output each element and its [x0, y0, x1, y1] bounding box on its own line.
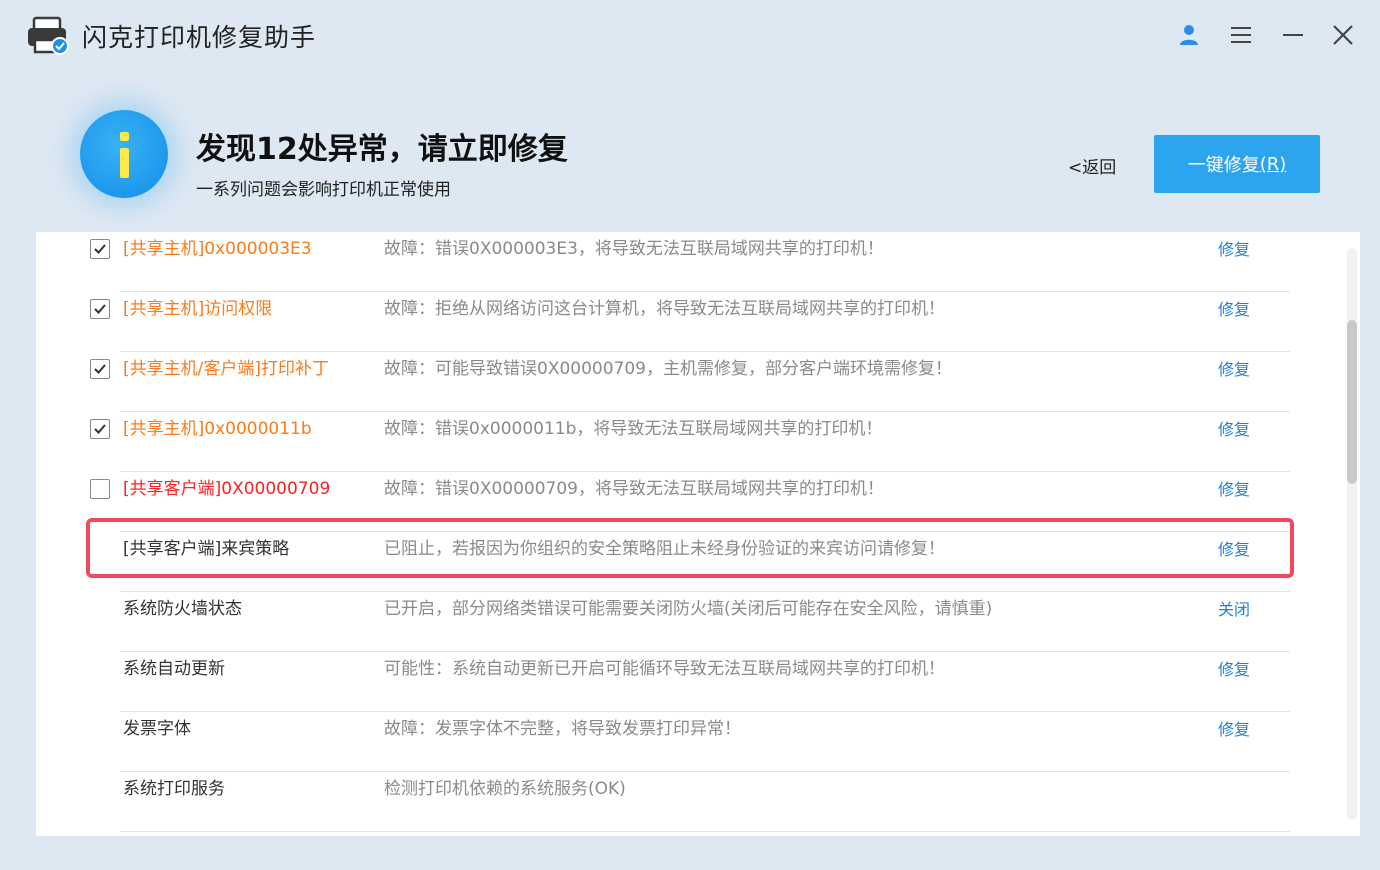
fix-all-button[interactable]: 一键修复 (R)	[1154, 135, 1320, 193]
item-action-link[interactable]: 修复	[1218, 356, 1250, 380]
item-name: [共享客户端]来宾策略	[123, 539, 290, 559]
item-action-link[interactable]: 修复	[1218, 536, 1250, 560]
item-action-link[interactable]: 修复	[1218, 716, 1250, 740]
row-divider	[120, 831, 1290, 832]
list-item: 系统自动更新 可能性：系统自动更新已开启可能循环导致无法互联局域网共享的打印机！ 修…	[36, 652, 1290, 712]
item-checkbox[interactable]	[90, 239, 110, 259]
item-action-link[interactable]: 修复	[1218, 416, 1250, 440]
item-checkbox[interactable]	[90, 299, 110, 319]
item-description: 已阻止，若报因为你组织的安全策略阻止未经身份验证的来宾访问请修复！	[384, 539, 945, 559]
item-name: 发票字体	[123, 719, 191, 739]
info-icon	[80, 110, 168, 198]
list-item: [共享客户端]0X00000709 故障：错误0X00000709，将导致无法互联…	[36, 472, 1290, 532]
fix-all-label: 一键修复	[1187, 155, 1260, 176]
item-checkbox[interactable]	[90, 359, 110, 379]
fix-all-shortcut: (R)	[1259, 153, 1287, 175]
item-action-link[interactable]: 关闭	[1218, 596, 1250, 620]
item-checkbox[interactable]	[90, 419, 110, 439]
item-description: 故障：错误0X000003E3，将导致无法互联局域网共享的打印机！	[384, 239, 884, 259]
back-link[interactable]: <返回	[1068, 153, 1116, 178]
list-item: 发票字体 故障：发票字体不完整，将导致发票打印异常！ 修复	[36, 712, 1290, 772]
minimize-icon[interactable]	[1276, 18, 1310, 52]
item-description: 故障：发票字体不完整，将导致发票打印异常！	[384, 719, 741, 739]
item-description: 故障：错误0x0000011b，将导致无法互联局域网共享的打印机！	[384, 419, 883, 439]
menu-icon[interactable]	[1224, 18, 1258, 52]
item-name: [共享主机]0x0000011b	[123, 419, 312, 439]
item-checkbox[interactable]	[90, 479, 110, 499]
printer-app-icon	[26, 16, 70, 56]
user-icon[interactable]	[1172, 18, 1206, 52]
item-description: 检测打印机依赖的系统服务(OK)	[384, 779, 626, 799]
item-description: 故障：错误0X00000709，将导致无法互联局域网共享的打印机！	[384, 479, 884, 499]
page-subtitle: 一系列问题会影响打印机正常使用	[196, 180, 451, 200]
item-action-link[interactable]: 修复	[1218, 296, 1250, 320]
app-title: 闪克打印机修复助手	[82, 23, 317, 52]
close-icon[interactable]	[1326, 18, 1360, 52]
scrollbar-thumb[interactable]	[1347, 320, 1357, 484]
item-action-link[interactable]: 修复	[1218, 656, 1250, 680]
list-item: 系统防火墙状态 已开启，部分网络类错误可能需要关闭防火墙(关闭后可能存在安全风险，…	[36, 592, 1290, 652]
list-item: [共享主机]访问权限 故障：拒绝从网络访问这台计算机，将导致无法互联局域网共享的打…	[36, 292, 1290, 352]
item-action-link[interactable]: 修复	[1218, 476, 1250, 500]
list-item: [共享主机]0x0000011b 故障：错误0x0000011b，将导致无法互联局…	[36, 412, 1290, 472]
item-name: [共享主机/客户端]打印补丁	[123, 359, 329, 379]
item-name: [共享客户端]0X00000709	[123, 479, 331, 499]
item-description: 已开启，部分网络类错误可能需要关闭防火墙(关闭后可能存在安全风险，请慎重)	[384, 599, 993, 619]
page-title: 发现12处异常，请立即修复	[196, 132, 568, 167]
item-description: 可能性：系统自动更新已开启可能循环导致无法互联局域网共享的打印机！	[384, 659, 945, 679]
item-name: 系统自动更新	[123, 659, 225, 679]
list-item: [共享主机/客户端]打印补丁 故障：可能导致错误0X00000709，主机需修复，…	[36, 352, 1290, 412]
title-bar: 闪克打印机修复助手	[0, 0, 1380, 72]
item-action-link[interactable]: 修复	[1218, 236, 1250, 260]
issue-list[interactable]: [共享主机]0x000003E3 故障：错误0X000003E3，将导致无法互联局…	[36, 232, 1360, 836]
item-description: 故障：拒绝从网络访问这台计算机，将导致无法互联局域网共享的打印机！	[384, 299, 945, 319]
list-item: [共享客户端]来宾策略 已阻止，若报因为你组织的安全策略阻止未经身份验证的来宾访问…	[36, 532, 1290, 592]
item-name: [共享主机]0x000003E3	[123, 239, 312, 259]
item-description: 故障：可能导致错误0X00000709，主机需修复，部分客户端环境需修复！	[384, 359, 952, 379]
list-item: [共享主机]0x000003E3 故障：错误0X000003E3，将导致无法互联局…	[36, 232, 1290, 292]
item-name: 系统打印服务	[123, 779, 225, 799]
item-name: [共享主机]访问权限	[123, 299, 273, 319]
item-name: 系统防火墙状态	[123, 599, 242, 619]
list-item: 系统打印服务 检测打印机依赖的系统服务(OK)	[36, 772, 1290, 832]
